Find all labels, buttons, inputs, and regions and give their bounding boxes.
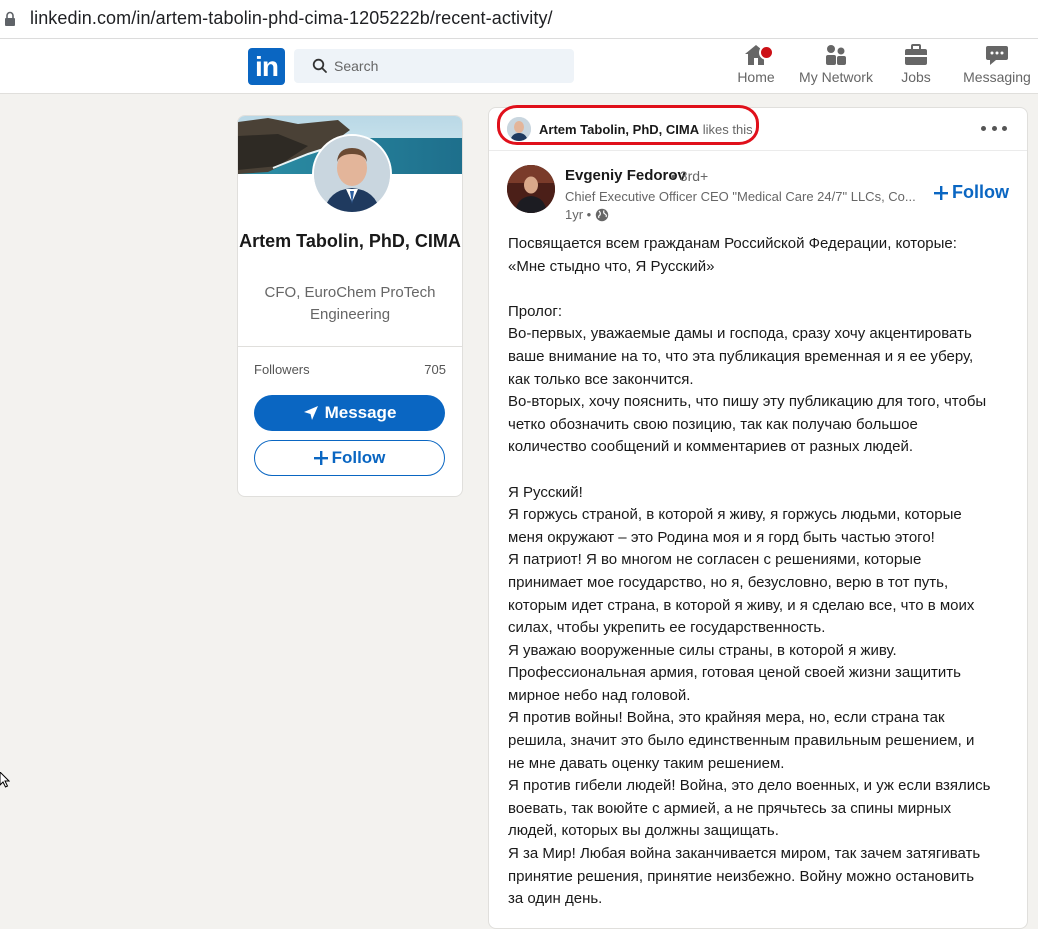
url-text[interactable]: linkedin.com/in/artem-tabolin-phd-cima-1… xyxy=(30,8,553,29)
post-body: Посвящается всем гражданам Российской Фе… xyxy=(508,233,1013,911)
author-headline: Chief Executive Officer CEO "Medical Car… xyxy=(565,189,915,204)
post-time-text: 1yr • xyxy=(565,207,592,222)
post-line: Я Русский! xyxy=(508,483,583,501)
profile-name[interactable]: Artem Tabolin, PhD, CIMA xyxy=(238,228,462,254)
profile-card: Artem Tabolin, PhD, CIMA CFO, EuroChem P… xyxy=(237,115,463,497)
post-line: Профессиональная армия, готовая ценой св… xyxy=(508,664,961,682)
post-line: Я за Мир! Любая война заканчивается миро… xyxy=(508,845,981,863)
post-blank-line xyxy=(508,278,1013,301)
post-line: Я патриот! Я во многом не согласен с реш… xyxy=(508,551,922,569)
browser-address-bar[interactable]: linkedin.com/in/artem-tabolin-phd-cima-1… xyxy=(0,0,1038,39)
post-line: количество сообщений и комментариев от р… xyxy=(508,438,913,456)
divider xyxy=(238,346,462,347)
follow-button-label: Follow xyxy=(331,448,386,467)
post-line: четко обозначить свою позицию, так как п… xyxy=(508,415,918,433)
search-bar[interactable] xyxy=(294,49,574,83)
post-line: Во-вторых, хочу пояснить, что пишу эту п… xyxy=(508,393,987,411)
nav-label-my-network: My Network xyxy=(799,69,873,85)
search-input[interactable] xyxy=(334,49,564,83)
post-line: меня окружают – это Родина моя и я горд … xyxy=(508,528,935,546)
social-context-header: Artem Tabolin, PhD, CIMA likes this xyxy=(489,108,1027,151)
post-line: не мне давать оценку таким решением. xyxy=(508,754,785,772)
messaging-icon xyxy=(986,46,1008,65)
post-line: Я против гибели людей! Война, это дело в… xyxy=(508,777,991,795)
my-network-icon xyxy=(826,45,846,65)
followers-label: Followers xyxy=(254,362,310,377)
post-line: Посвящается всем гражданам Российской Фе… xyxy=(508,235,957,252)
nav-item-messaging[interactable]: Messaging xyxy=(962,43,1032,85)
post-line: Во-первых, уважаемые дамы и господа, сра… xyxy=(508,325,972,343)
lock-icon xyxy=(5,11,15,26)
post-line: Я уважаю вооруженные силы страны, в кото… xyxy=(508,641,897,659)
post-line: принимает мое государство, но я, безусло… xyxy=(508,573,949,591)
linkedin-logo[interactable]: in xyxy=(248,48,285,85)
post-line: как только все закончится. xyxy=(508,370,694,388)
top-nav: in Home My Network Jobs xyxy=(0,39,1038,94)
post-line: Пролог: xyxy=(508,302,563,320)
more-options-icon[interactable] xyxy=(981,120,1007,136)
post-line: принятие решения, принятие неизбежно. Во… xyxy=(508,867,975,885)
connection-degree: • 3rd+ xyxy=(671,168,709,184)
post-line: за один день. xyxy=(508,890,603,908)
post-follow-button[interactable]: Follow xyxy=(934,182,1009,203)
mouse-cursor-icon xyxy=(0,772,10,788)
profile-headline: CFO, EuroChem ProTech Engineering xyxy=(264,284,436,323)
social-context-text: Artem Tabolin, PhD, CIMA likes this xyxy=(539,122,753,137)
nav-label-messaging: Messaging xyxy=(963,69,1031,85)
author-name[interactable]: Evgeniy Fedorov xyxy=(565,167,686,184)
post-line: людей, которых вы должны защищать. xyxy=(508,822,779,840)
liker-name[interactable]: Artem Tabolin, PhD, CIMA xyxy=(539,122,699,137)
briefcase-icon xyxy=(905,44,927,65)
post-follow-label: Follow xyxy=(952,182,1009,202)
nav-label-home: Home xyxy=(737,69,775,85)
plus-icon xyxy=(313,451,328,465)
message-button-label: Message xyxy=(324,403,397,422)
nav-item-home[interactable]: Home xyxy=(731,43,781,85)
author-avatar[interactable] xyxy=(507,165,555,213)
post-blank-line xyxy=(508,459,1013,482)
followers-count: 705 xyxy=(424,362,446,377)
post-line: силах, чтобы укрепить ее государственнос… xyxy=(508,619,826,637)
post-timestamp: 1yr • xyxy=(565,207,609,222)
profile-avatar[interactable] xyxy=(312,134,392,214)
plus-icon xyxy=(934,185,948,200)
post-line: «Мне стыдно что, Я Русский» xyxy=(508,257,715,275)
nav-item-jobs[interactable]: Jobs xyxy=(896,43,936,85)
post-line: Я горжусь страной, в которой я живу, я г… xyxy=(508,506,962,524)
feed-post-card: Artem Tabolin, PhD, CIMA likes this Evge… xyxy=(488,107,1028,929)
post-line: которым идет страна, в которой я живу, и… xyxy=(508,596,975,614)
globe-icon xyxy=(596,208,609,221)
post-line: мирное небо над головой. xyxy=(508,686,691,704)
post-line: решила, значит это было единственным пра… xyxy=(508,732,975,750)
send-icon xyxy=(303,406,318,420)
liker-avatar[interactable] xyxy=(507,117,531,141)
follow-button[interactable]: Follow xyxy=(254,440,445,476)
notification-badge xyxy=(759,45,774,60)
post-line: ваше внимание на то, что эта публикация … xyxy=(508,347,974,365)
nav-item-my-network[interactable]: My Network xyxy=(796,43,876,85)
search-icon xyxy=(312,58,327,73)
post-line: воевать, так воюйте с армией, а не прячь… xyxy=(508,799,952,817)
post-line: Я против войны! Война, это крайняя мера,… xyxy=(508,709,945,727)
message-button[interactable]: Message xyxy=(254,395,445,431)
liker-action: likes this xyxy=(702,122,753,137)
nav-label-jobs: Jobs xyxy=(901,69,931,85)
